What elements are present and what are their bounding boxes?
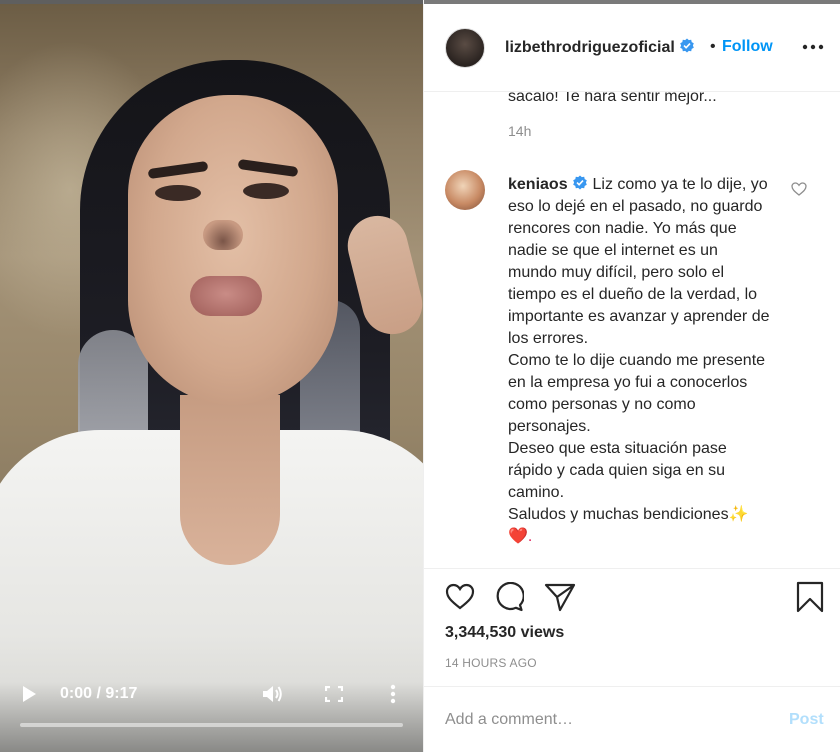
comment-line-1: Liz como ya te lo dije, yo eso lo dejé e… xyxy=(508,176,770,347)
comment-icon[interactable] xyxy=(494,582,524,612)
comment-line-3: Deseo que esta situación pase rápido y c… xyxy=(508,440,727,501)
header-separator: • xyxy=(710,38,716,55)
video-top-edge xyxy=(0,0,423,4)
comment-line-4: Saludos y muchas bendiciones✨ xyxy=(508,506,749,523)
commenter-username[interactable]: keniaos xyxy=(508,176,568,193)
commenter-avatar[interactable] xyxy=(445,170,485,210)
previous-comment-text: sácalo! Te hará sentir mejor... xyxy=(508,92,717,105)
video-subject-eye-right xyxy=(243,183,289,199)
comment-line-2: Como te lo dije cuando me presente en la… xyxy=(508,352,766,435)
comment-body: keniaos Liz como ya te lo dije, yo eso l… xyxy=(508,174,770,548)
commenter-verified-badge-icon xyxy=(573,175,587,190)
video-time-display: 0:00 / 9:17 xyxy=(60,685,138,702)
author-username[interactable]: lizbethrodriguezoficial xyxy=(505,38,695,57)
video-player[interactable]: 0:00 / 9:17 xyxy=(0,0,423,752)
video-subject-neck xyxy=(180,395,280,565)
heart-icon[interactable] xyxy=(445,583,475,610)
follow-button[interactable]: Follow xyxy=(722,38,773,56)
volume-icon[interactable] xyxy=(262,684,284,704)
video-subject-face xyxy=(128,95,338,405)
post-actions: 3,344,530 views 14 HOURS AGO xyxy=(424,568,840,686)
previous-comment-time[interactable]: 14h xyxy=(508,123,531,139)
author-username-text[interactable]: lizbethrodriguezoficial xyxy=(505,39,675,56)
view-count[interactable]: 3,344,530 views xyxy=(445,624,564,642)
fullscreen-icon[interactable] xyxy=(325,686,343,702)
post-header: lizbethrodriguezoficial • Follow xyxy=(424,4,840,92)
video-subject-nose xyxy=(203,220,243,250)
post-comment-button[interactable]: Post xyxy=(789,711,824,729)
like-comment-heart-icon[interactable] xyxy=(791,182,807,196)
add-comment-bar: Post xyxy=(424,686,840,752)
video-subject-eye-left xyxy=(155,185,201,201)
more-vertical-icon[interactable] xyxy=(388,684,398,704)
author-avatar[interactable] xyxy=(445,28,485,68)
video-subject-lips xyxy=(190,276,262,316)
share-icon[interactable] xyxy=(544,582,576,612)
video-progress-bar[interactable] xyxy=(20,723,403,727)
verified-badge-icon xyxy=(680,38,695,53)
add-comment-input[interactable] xyxy=(445,705,745,735)
bookmark-icon[interactable] xyxy=(796,581,824,613)
post-side-panel: lizbethrodriguezoficial • Follow sácalo!… xyxy=(423,0,840,752)
comments-list[interactable]: sácalo! Te hará sentir mejor... 14h keni… xyxy=(424,92,840,568)
post-time-ago[interactable]: 14 HOURS AGO xyxy=(445,656,537,670)
play-icon[interactable] xyxy=(20,685,38,703)
comment-line-5: ❤️. xyxy=(508,528,533,545)
more-horizontal-icon[interactable] xyxy=(802,42,824,52)
